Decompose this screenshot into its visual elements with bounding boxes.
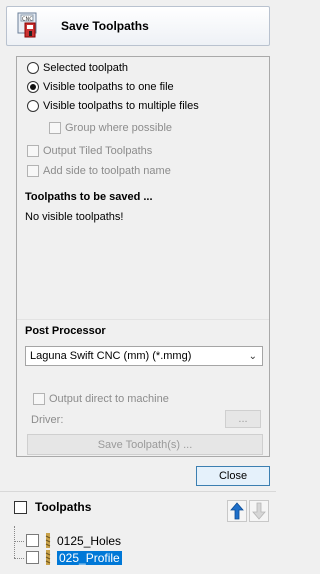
- checkbox-label: Group where possible: [65, 122, 173, 134]
- toolpaths-to-save-list: No visible toolpaths!: [23, 205, 263, 315]
- checkbox-output-tiled[interactable]: Output Tiled Toolpaths: [27, 145, 152, 157]
- post-processor-value: Laguna Swift CNC (mm) (*.mmg): [30, 350, 192, 362]
- save-toolpaths-button[interactable]: Save Toolpath(s) ...: [27, 434, 263, 455]
- dialog-header: CNC Save Toolpaths: [6, 6, 270, 46]
- radio-label: Visible toolpaths to one file: [43, 81, 174, 93]
- radio-label: Selected toolpath: [43, 62, 129, 74]
- chevron-down-icon[interactable]: ⌄: [249, 351, 257, 362]
- checkbox[interactable]: [33, 393, 45, 405]
- driver-label: Driver:: [31, 414, 64, 426]
- arrow-down-icon: [252, 502, 266, 520]
- checkbox-label: Output Tiled Toolpaths: [43, 145, 153, 157]
- save-options-panel: Selected toolpath Visible toolpaths to o…: [16, 56, 270, 457]
- arrow-up-icon: [230, 502, 244, 520]
- end-mill-icon: [45, 533, 51, 548]
- toolpath-visibility-checkbox[interactable]: [26, 551, 39, 564]
- checkbox[interactable]: [27, 145, 39, 157]
- toolpaths-header: Toolpaths: [14, 500, 91, 514]
- browse-driver-button[interactable]: ...: [225, 410, 261, 428]
- toolpaths-to-save-title: Toolpaths to be saved ...: [25, 191, 153, 203]
- divider: [17, 319, 269, 320]
- toolpaths-master-checkbox[interactable]: [14, 500, 27, 514]
- radio-visible-multiple-files[interactable]: Visible toolpaths to multiple files: [27, 100, 199, 112]
- radio-visible-one-file[interactable]: Visible toolpaths to one file: [27, 81, 174, 93]
- post-processor-title: Post Processor: [25, 325, 106, 337]
- move-down-button[interactable]: [249, 500, 269, 522]
- separator: [0, 491, 276, 492]
- svg-text:CNC: CNC: [22, 17, 33, 23]
- empty-list-message: No visible toolpaths!: [25, 211, 124, 223]
- toolpath-item-holes[interactable]: 0125_Holes: [26, 533, 121, 548]
- radio-button-checked[interactable]: [27, 81, 39, 93]
- close-button[interactable]: Close: [196, 466, 270, 486]
- radio-button[interactable]: [27, 62, 39, 74]
- checkbox-group-where-possible[interactable]: Group where possible: [49, 122, 172, 134]
- checkbox[interactable]: [27, 165, 39, 177]
- move-up-button[interactable]: [227, 500, 247, 522]
- tree-connector: [14, 526, 15, 558]
- toolpaths-title: Toolpaths: [35, 500, 92, 514]
- tree-connector: [14, 541, 24, 542]
- toolpath-item-profile[interactable]: 025_Profile: [26, 550, 122, 565]
- save-toolpaths-icon: CNC: [15, 11, 45, 41]
- checkbox-label: Add side to toolpath name: [43, 165, 171, 177]
- checkbox-add-side[interactable]: Add side to toolpath name: [27, 165, 171, 177]
- end-mill-icon: [45, 550, 51, 565]
- radio-label: Visible toolpaths to multiple files: [43, 100, 199, 112]
- toolpath-name: 0125_Holes: [57, 533, 122, 548]
- toolpath-name-selected: 025_Profile: [57, 550, 122, 565]
- toolpath-visibility-checkbox[interactable]: [26, 534, 39, 547]
- checkbox[interactable]: [49, 122, 61, 134]
- checkbox-label: Output direct to machine: [49, 393, 169, 405]
- post-processor-select[interactable]: Laguna Swift CNC (mm) (*.mmg) ⌄: [25, 346, 263, 366]
- tree-connector: [14, 558, 24, 559]
- radio-button[interactable]: [27, 100, 39, 112]
- dialog-title: Save Toolpaths: [61, 19, 149, 33]
- checkbox-output-direct[interactable]: Output direct to machine: [33, 393, 169, 405]
- radio-selected-toolpath[interactable]: Selected toolpath: [27, 62, 128, 74]
